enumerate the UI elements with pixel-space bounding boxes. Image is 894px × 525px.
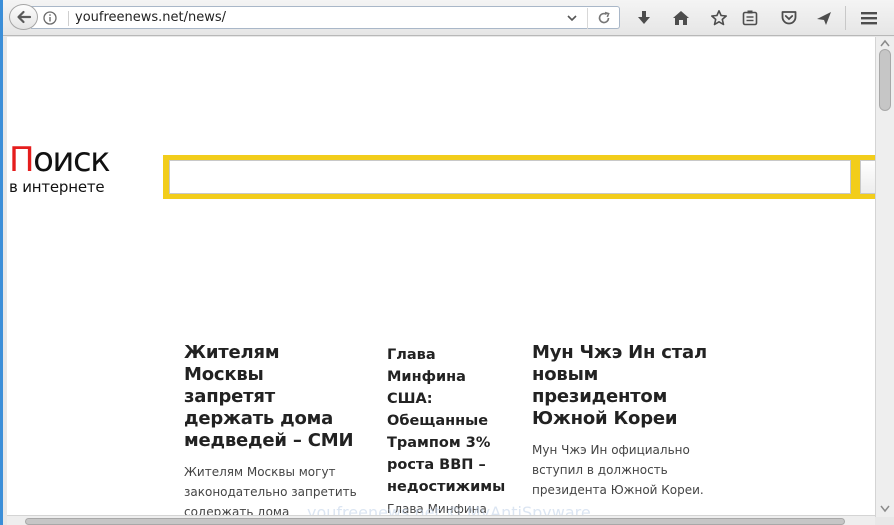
news-title[interactable]: Мун Чжэ Ин стал новым президентом Южной …	[532, 342, 710, 430]
news-item: Глава Минфина США: Обещанные Трампом 3% …	[387, 344, 505, 516]
horizontal-scroll-thumb[interactable]	[25, 518, 845, 525]
news-item: Мун Чжэ Ин стал новым президентом Южной …	[532, 342, 710, 500]
url-separator	[587, 8, 588, 29]
news-text: Мун Чжэ Ин официально вступил в должност…	[532, 443, 704, 497]
url-text[interactable]: youfreenews.net/news/	[75, 10, 226, 25]
page-content: Поиск в интернете Жителям Москвы запретя…	[7, 37, 875, 517]
site-logo[interactable]: Поиск в интернете	[9, 140, 111, 196]
scroll-down-arrow-icon[interactable]	[880, 505, 890, 513]
url-bar[interactable]: youfreenews.net/news/	[31, 6, 620, 29]
pocket-button[interactable]	[779, 8, 799, 28]
url-separator	[68, 11, 69, 26]
home-button[interactable]	[671, 8, 691, 28]
reading-list-button[interactable]	[740, 8, 760, 28]
reading-list-icon	[742, 10, 758, 26]
hamburger-menu-icon	[861, 12, 877, 25]
browser-window: youfreenews.net/news/ Поиск в интернете …	[0, 0, 894, 525]
logo-title: Поиск	[9, 140, 111, 180]
search-frame	[163, 155, 875, 199]
news-title[interactable]: Жителям Москвы запретят держать дома мед…	[184, 342, 359, 452]
back-button[interactable]	[9, 4, 38, 30]
news-title[interactable]: Глава Минфина США: Обещанные Трампом 3% …	[387, 344, 505, 498]
scroll-up-arrow-icon[interactable]	[880, 39, 890, 47]
search-input[interactable]	[169, 160, 851, 194]
bookmark-star-icon	[711, 10, 727, 26]
send-tab-button[interactable]	[814, 8, 834, 28]
toolbar-separator	[845, 6, 846, 30]
download-icon	[638, 11, 650, 24]
send-tab-icon	[817, 12, 831, 25]
pocket-icon	[781, 11, 797, 25]
navigation-toolbar: youfreenews.net/news/	[3, 0, 894, 36]
news-item: Жителям Москвы запретят держать дома мед…	[184, 342, 359, 517]
logo-first-letter: П	[9, 140, 35, 180]
vertical-scrollbar[interactable]	[875, 37, 894, 517]
bookmark-button[interactable]	[709, 8, 729, 28]
download-button[interactable]	[634, 8, 654, 28]
vertical-scroll-thumb[interactable]	[879, 49, 891, 111]
dropdown-arrow-icon[interactable]	[565, 11, 579, 25]
back-arrow-icon	[16, 10, 31, 24]
reload-icon[interactable]	[596, 10, 612, 26]
menu-button[interactable]	[859, 8, 879, 28]
logo-rest: оиск	[33, 140, 111, 180]
info-icon[interactable]	[43, 11, 57, 25]
horizontal-scrollbar[interactable]	[7, 515, 875, 525]
home-icon	[673, 11, 689, 25]
logo-subtitle: в интернете	[9, 178, 105, 196]
search-button[interactable]	[860, 160, 875, 194]
